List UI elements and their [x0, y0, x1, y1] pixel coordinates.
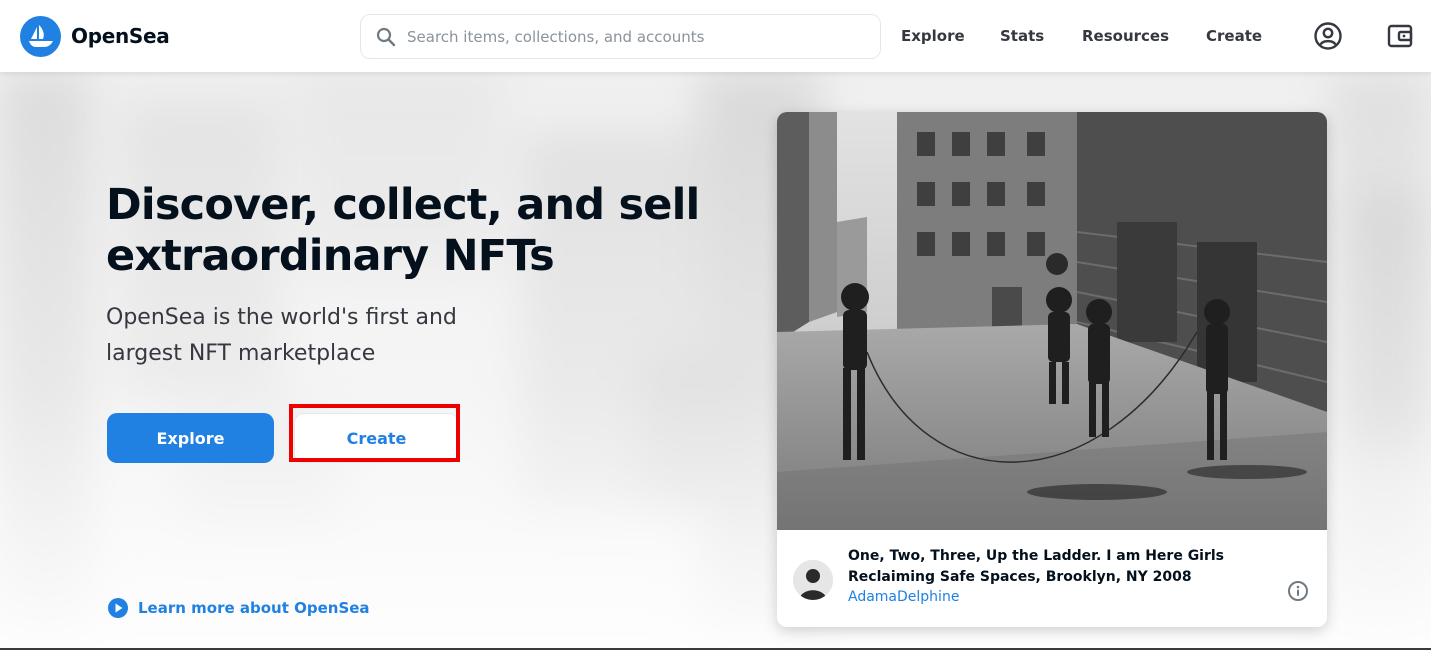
nav-explore-link[interactable]: Explore	[901, 24, 965, 48]
info-icon[interactable]	[1287, 580, 1309, 602]
account-icon[interactable]	[1312, 20, 1344, 52]
learn-more-label: Learn more about OpenSea	[138, 599, 370, 617]
featured-nft-footer: One, Two, Three, Up the Ladder. I am Her…	[777, 530, 1327, 627]
search-icon	[375, 26, 397, 48]
featured-nft-title: One, Two, Three, Up the Ladder. I am Her…	[848, 548, 1225, 585]
hero-title: Discover, collect, and sell extraordinar…	[106, 180, 700, 281]
opensea-logo[interactable]: OpenSea	[20, 15, 170, 57]
hero-section: Discover, collect, and sell extraordinar…	[0, 72, 1431, 648]
create-button[interactable]: Create	[294, 413, 459, 463]
opensea-boat-icon	[20, 15, 61, 57]
featured-nft-creator-link[interactable]: AdamaDelphine	[848, 589, 959, 605]
featured-nft-card[interactable]: One, Two, Three, Up the Ladder. I am Her…	[777, 112, 1327, 627]
nav-create-link[interactable]: Create	[1206, 24, 1262, 48]
learn-more-link[interactable]: Learn more about OpenSea	[108, 598, 370, 618]
wallet-icon[interactable]	[1384, 20, 1416, 52]
brand-name: OpenSea	[71, 24, 170, 48]
explore-button[interactable]: Explore	[107, 413, 274, 463]
play-circle-icon	[108, 598, 128, 618]
search-input[interactable]	[407, 27, 867, 46]
nav-resources-link[interactable]: Resources	[1082, 24, 1169, 48]
nav-stats-link[interactable]: Stats	[1000, 24, 1044, 48]
creator-avatar[interactable]	[793, 560, 833, 600]
search-bar[interactable]	[360, 14, 881, 59]
top-navbar: OpenSea Explore Stats Resources Create	[0, 0, 1431, 72]
featured-nft-image	[777, 112, 1327, 530]
hero-subtitle: OpenSea is the world's first and largest…	[106, 305, 457, 366]
